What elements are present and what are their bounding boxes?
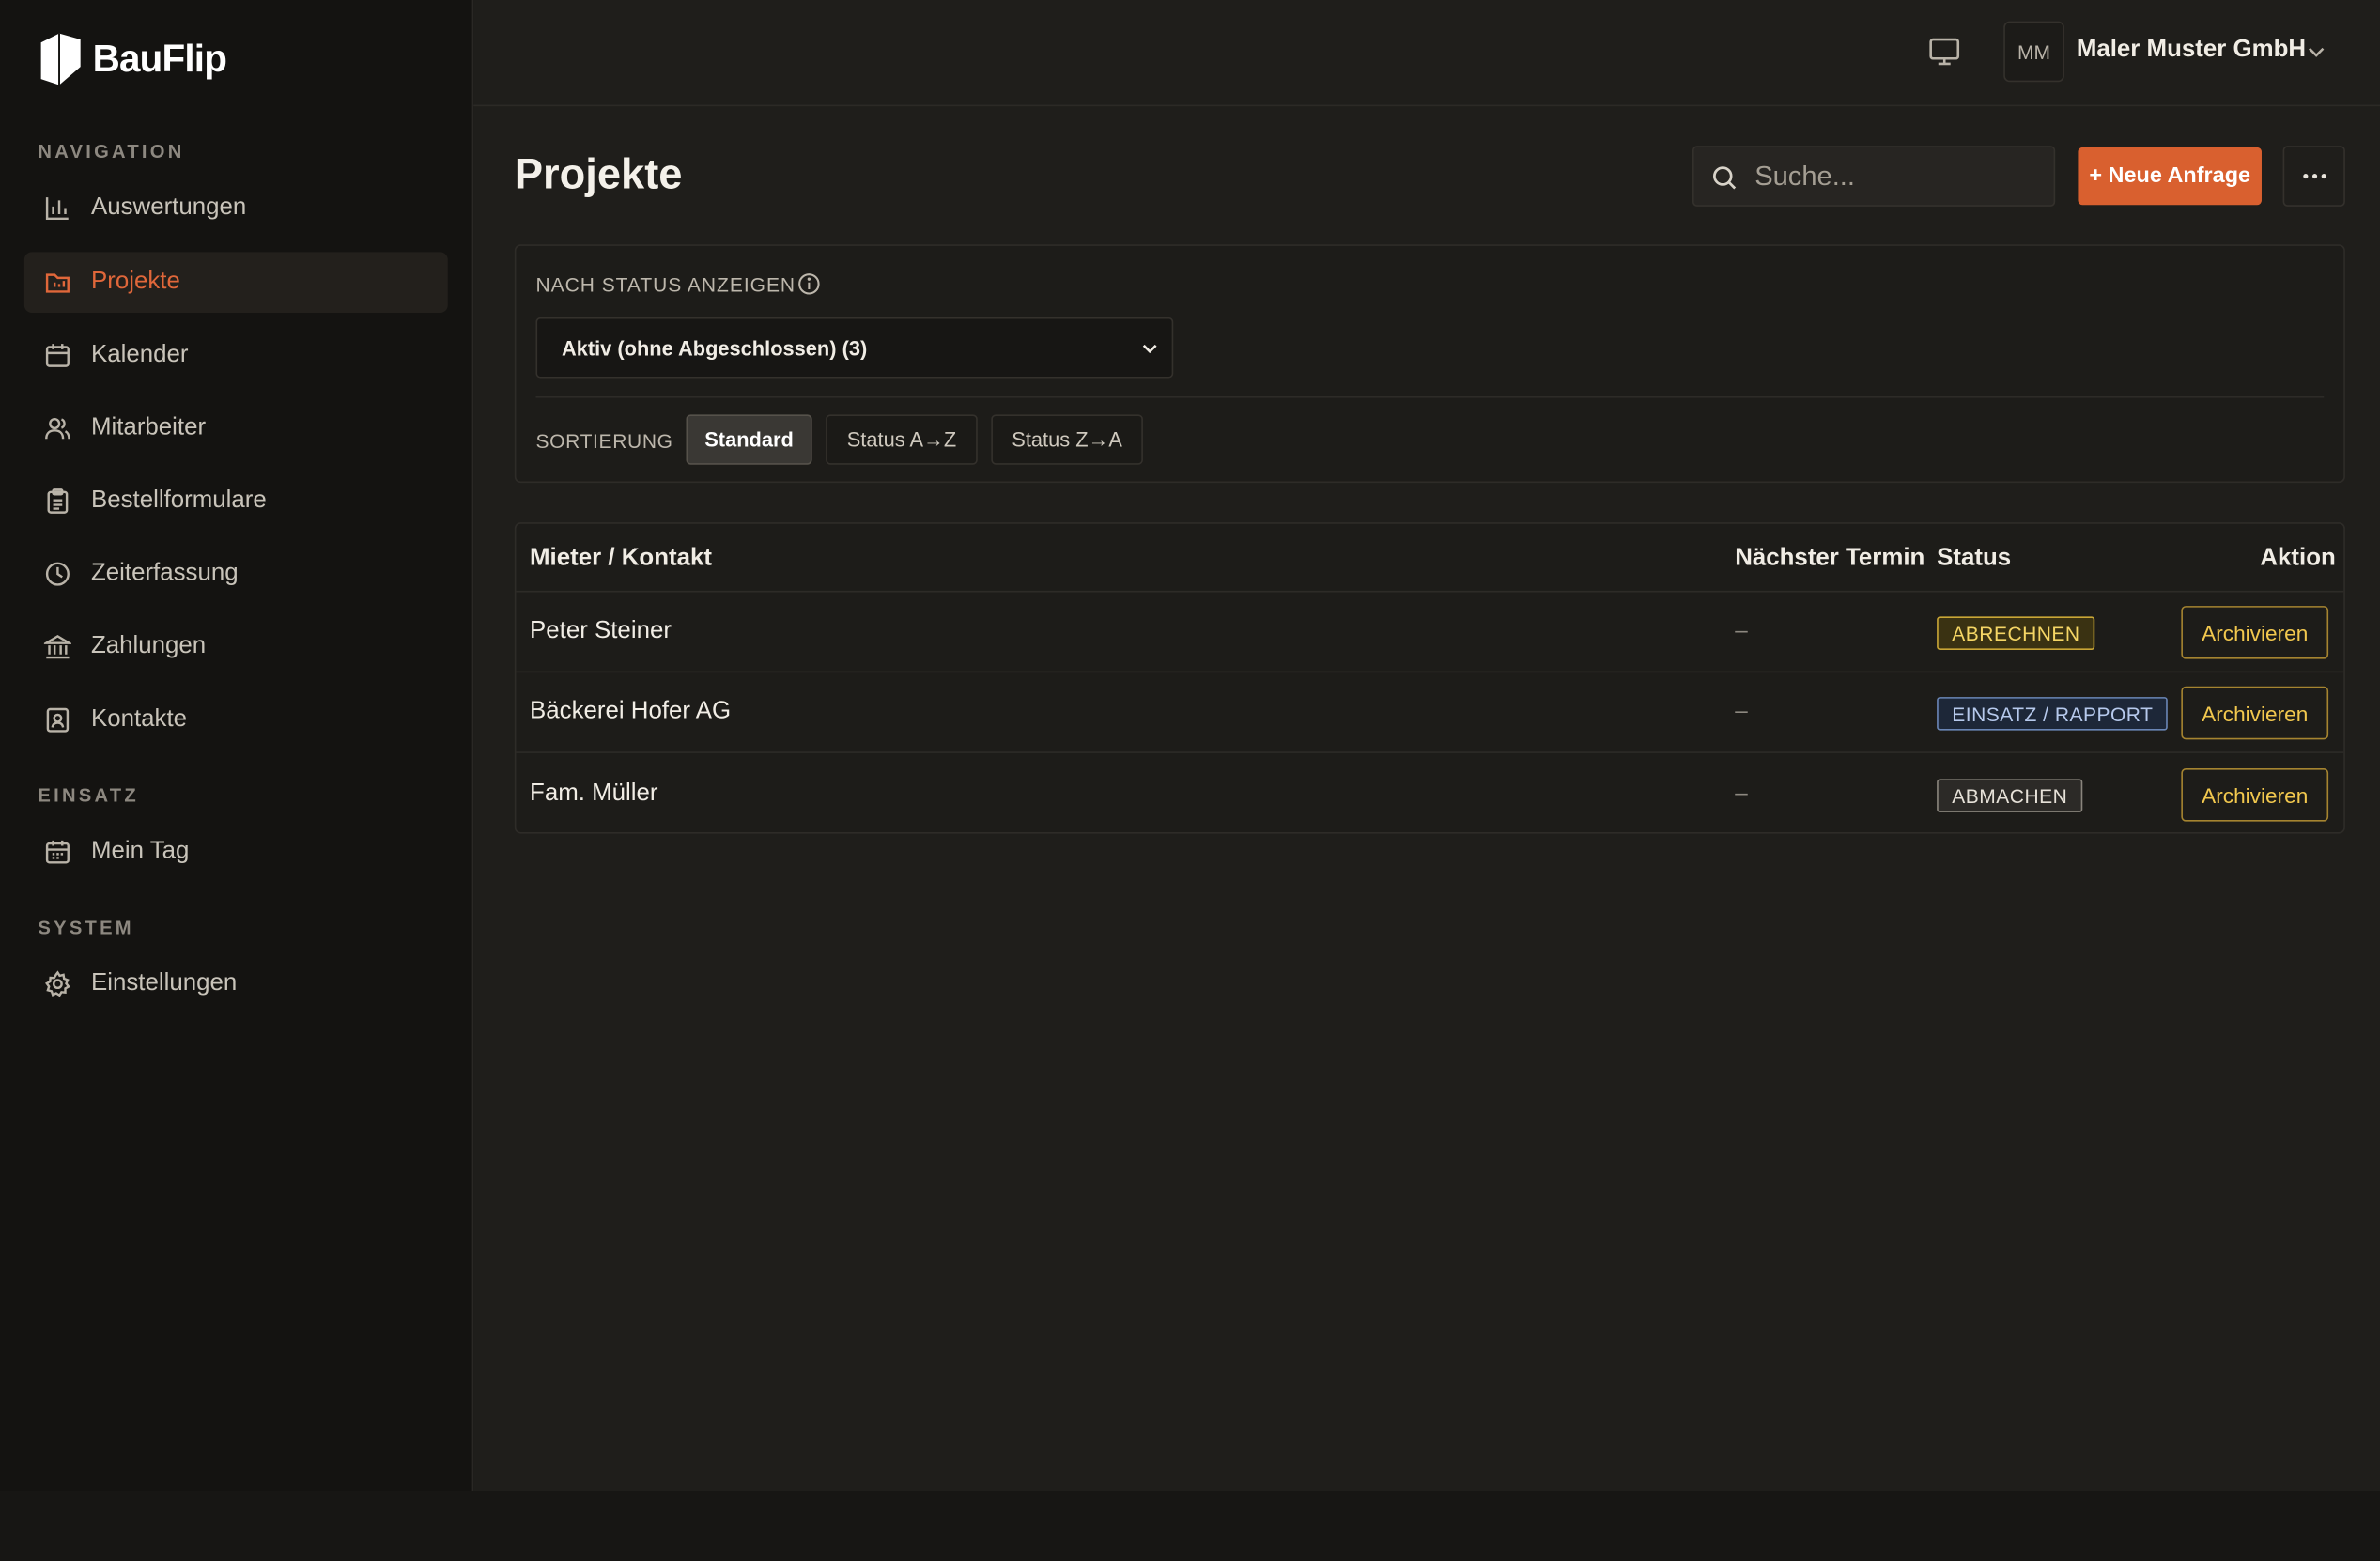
archive-button[interactable]: Archivieren xyxy=(2181,606,2329,659)
logo-text: BauFlip xyxy=(92,37,227,80)
column-header-contact[interactable]: Mieter / Kontakt xyxy=(530,545,712,572)
sort-status-asc-button[interactable]: Status A→Z xyxy=(826,414,978,465)
nav-section-system: SYSTEM xyxy=(38,917,134,939)
sidebar-item-label: Zahlungen xyxy=(90,633,207,659)
logo[interactable]: BauFlip xyxy=(38,33,227,85)
sidebar-item-mitarbeiter[interactable]: Mitarbeiter xyxy=(24,398,448,459)
sidebar-item-zahlungen[interactable]: Zahlungen xyxy=(24,616,448,677)
table-row[interactable]: Fam. Müller – ABMACHEN Archivieren xyxy=(516,754,2343,835)
table-row[interactable]: Peter Steiner – ABRECHNEN Archivieren xyxy=(516,593,2344,673)
sidebar-item-label: Zeiterfassung xyxy=(90,560,239,587)
sidebar-item-einstellungen[interactable]: Einstellungen xyxy=(24,953,448,1014)
sidebar-item-label: Einstellungen xyxy=(90,970,238,997)
contact-name[interactable]: Bäckerei Hofer AG xyxy=(530,699,731,726)
sidebar-item-bestellformulare[interactable]: Bestellformulare xyxy=(24,471,448,532)
folder-icon xyxy=(44,269,71,296)
next-appointment: – xyxy=(1735,617,1748,644)
nav-section-navigation: NAVIGATION xyxy=(38,141,185,162)
sidebar-item-label: Projekte xyxy=(90,269,180,295)
divider xyxy=(535,395,2325,398)
contact-name[interactable]: Fam. Müller xyxy=(530,780,657,808)
next-appointment: – xyxy=(1735,698,1748,725)
sidebar-item-label: Mein Tag xyxy=(90,838,190,864)
sort-label: SORTIERUNG xyxy=(535,429,673,453)
contact-icon xyxy=(44,706,71,734)
sidebar-item-kalender[interactable]: Kalender xyxy=(24,325,448,386)
calendar-day-icon xyxy=(44,838,71,865)
gear-icon xyxy=(44,970,71,997)
monitor-icon[interactable] xyxy=(1927,35,1961,69)
clock-icon xyxy=(44,561,71,588)
bar-chart-icon xyxy=(44,194,71,222)
search-icon xyxy=(1713,166,1737,190)
status-filter-label: NACH STATUS ANZEIGEN xyxy=(535,273,796,297)
status-select[interactable]: Aktiv (ohne Abgeschlossen) (3) xyxy=(535,317,1174,379)
chevron-down-icon xyxy=(1142,344,1157,354)
nav-section-einsatz: EINSATZ xyxy=(38,784,139,807)
sidebar-item-label: Bestellformulare xyxy=(90,487,267,514)
status-select-value: Aktiv (ohne Abgeschlossen) (3) xyxy=(561,336,868,360)
next-appointment: – xyxy=(1735,780,1748,807)
page-title: Projekte xyxy=(514,150,683,198)
topbar: MM Maler Muster GmbH xyxy=(473,0,2380,107)
column-header-next-appointment[interactable]: Nächster Termin xyxy=(1735,545,1924,572)
info-icon[interactable] xyxy=(796,271,821,296)
main-content: MM Maler Muster GmbH Projekte + Neue Anf… xyxy=(473,0,2380,1491)
status-badge: EINSATZ / RAPPORT xyxy=(1937,697,2169,731)
sidebar-item-projekte[interactable]: Projekte xyxy=(23,252,448,314)
sidebar-item-kontakte[interactable]: Kontakte xyxy=(24,689,448,750)
company-name[interactable]: Maler Muster GmbH xyxy=(2077,37,2306,64)
archive-button[interactable]: Archivieren xyxy=(2181,768,2329,822)
clipboard-icon xyxy=(44,487,71,515)
app-root: BauFlip NAVIGATION Auswertungen Projekte… xyxy=(0,0,2380,1561)
contact-name[interactable]: Peter Steiner xyxy=(530,618,672,645)
table-row[interactable]: Bäckerei Hofer AG – EINSATZ / RAPPORT Ar… xyxy=(516,672,2344,753)
sidebar-item-zeiterfassung[interactable]: Zeiterfassung xyxy=(24,544,448,605)
sort-standard-button[interactable]: Standard xyxy=(686,414,812,465)
users-icon xyxy=(44,414,71,441)
sidebar-item-mein-tag[interactable]: Mein Tag xyxy=(24,822,448,883)
more-options-button[interactable] xyxy=(2282,146,2345,207)
avatar[interactable]: MM xyxy=(2003,21,2064,83)
bank-icon xyxy=(43,633,71,660)
sidebar-item-label: Auswertungen xyxy=(90,193,247,221)
calendar-icon xyxy=(44,342,71,369)
sidebar: BauFlip NAVIGATION Auswertungen Projekte… xyxy=(0,0,474,1491)
column-header-action: Aktion xyxy=(2260,545,2336,571)
more-horizontal-icon xyxy=(2302,173,2326,179)
sort-status-desc-button[interactable]: Status Z→A xyxy=(991,414,1143,465)
filter-card: NACH STATUS ANZEIGEN Aktiv (ohne Abgesch… xyxy=(514,244,2345,484)
sidebar-item-label: Kontakte xyxy=(90,705,188,733)
bauflip-logo-icon xyxy=(40,33,81,85)
sidebar-item-label: Mitarbeiter xyxy=(90,414,207,440)
projects-table: Mieter / Kontakt Nächster Termin Status … xyxy=(514,522,2345,835)
status-badge: ABMACHEN xyxy=(1937,779,2083,812)
column-header-status[interactable]: Status xyxy=(1937,545,2011,572)
search-field[interactable] xyxy=(1692,146,2056,207)
status-badge: ABRECHNEN xyxy=(1937,616,2095,650)
new-request-button[interactable]: + Neue Anfrage xyxy=(2078,147,2262,206)
archive-button[interactable]: Archivieren xyxy=(2181,686,2329,740)
chevron-down-icon[interactable] xyxy=(2306,41,2327,63)
sidebar-item-auswertungen[interactable]: Auswertungen xyxy=(24,178,448,239)
search-input[interactable] xyxy=(1754,147,2044,206)
sidebar-item-label: Kalender xyxy=(90,341,189,368)
